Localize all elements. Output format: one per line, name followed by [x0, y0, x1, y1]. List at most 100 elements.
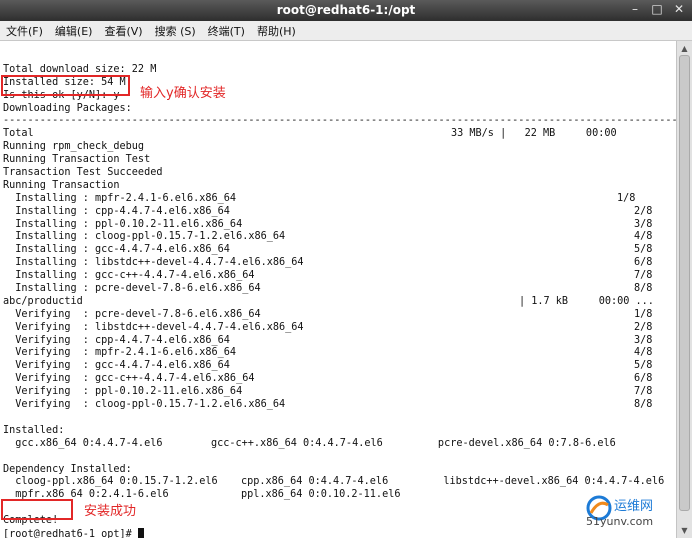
terminal-line: Installing : gcc-4.4.7-4.el6.x86_64 5/8 [3, 244, 673, 257]
menu-search[interactable]: 搜索 (S) [149, 21, 202, 40]
terminal-line-column: gcc-c++.x86_64 0:4.4.7-4.el6 pcre-devel.… [211, 437, 616, 449]
terminal-line-column: 5/8 [634, 360, 653, 372]
terminal-line: Verifying : mpfr-2.4.1-6.el6.x86_64 4/8 [3, 347, 673, 360]
scroll-up-icon[interactable]: ▲ [679, 43, 690, 54]
terminal-line-column: 3/8 [634, 334, 653, 346]
complete-highlight-box [1, 499, 73, 520]
success-annotation: 安装成功 [84, 504, 137, 519]
title-bar[interactable]: root@redhat6-1:/opt – □ ✕ [0, 0, 692, 21]
terminal-line: cloog-ppl.x86_64 0:0.15.7-1.2.el6 cpp.x86… [3, 476, 673, 489]
terminal-cursor [137, 527, 144, 538]
terminal-line: Installing : ppl-0.10.2-11.el6.x86_64 3/8 [3, 219, 673, 232]
terminal-line-text: ----------------------------------------… [3, 115, 676, 127]
terminal-output[interactable]: Total download size: 22 M Installed size:… [0, 41, 676, 538]
terminal-line-text: Running Transaction [3, 179, 120, 191]
terminal-line-column: 3/8 [634, 218, 653, 230]
terminal-line-column: 2/8 [634, 205, 653, 217]
terminal-line-text: Downloading Packages: [3, 102, 132, 114]
terminal-line: Running Transaction Test [3, 154, 673, 167]
terminal-line: Downloading Packages: [3, 103, 673, 116]
terminal-line-column: 1/8 [634, 308, 653, 320]
terminal-line-text: Installing : pcre-devel-7.8-6.el6.x86_64 [3, 283, 261, 295]
terminal-line-column: 4/8 [634, 347, 653, 359]
terminal-line: Verifying : gcc-4.4.7-4.el6.x86_64 5/8 [3, 360, 673, 373]
menu-terminal[interactable]: 终端(T) [202, 21, 251, 40]
terminal-line-column: 8/8 [634, 283, 653, 295]
confirm-highlight-box [1, 75, 130, 96]
terminal-line-text: Running Transaction Test [3, 154, 151, 166]
terminal-line-column: 2/8 [634, 321, 653, 333]
terminal-line-text: Total download size: 22 M [3, 63, 157, 75]
menu-help[interactable]: 帮助(H) [251, 21, 302, 40]
terminal-line: Transaction Test Succeeded [3, 167, 673, 180]
terminal-line-text: Installing : gcc-c++-4.4.7-4.el6.x86_64 [3, 270, 255, 282]
terminal-line-text: Verifying : libstdc++-devel-4.4.7-4.el6.… [3, 321, 304, 333]
terminal-line: Verifying : pcre-devel-7.8-6.el6.x86_64 1… [3, 309, 673, 322]
terminal-line: [root@redhat6-1 opt]# [3, 527, 673, 538]
close-button[interactable]: ✕ [672, 2, 686, 16]
terminal-line: Installing : cloog-ppl-0.15.7-1.2.el6.x8… [3, 231, 673, 244]
terminal-line-column: cpp.x86_64 0:4.4.7-4.el6 libstdc++-devel… [241, 476, 665, 488]
terminal-line-column: 1/8 [617, 192, 636, 204]
terminal-line-column: 7/8 [634, 386, 653, 398]
terminal-line-text: Installing : libstdc++-devel-4.4.7-4.el6… [3, 257, 304, 269]
minimize-button[interactable]: – [628, 2, 642, 16]
terminal-line: Verifying : libstdc++-devel-4.4.7-4.el6.… [3, 322, 673, 335]
window-title: root@redhat6-1:/opt [276, 3, 416, 17]
terminal-line-text: Verifying : gcc-c++-4.4.7-4.el6.x86_64 [3, 373, 255, 385]
terminal-line: Installing : gcc-c++-4.4.7-4.el6.x86_64 7… [3, 270, 673, 283]
terminal-line-column: 4/8 [634, 231, 653, 243]
menu-bar: 文件(F) 编辑(E) 查看(V) 搜索 (S) 终端(T) 帮助(H) [0, 21, 692, 41]
terminal-line-text: Verifying : cpp-4.4.7-4.el6.x86_64 [3, 334, 230, 346]
terminal-line-text: Installed: [3, 424, 65, 436]
terminal-line-column: 5/8 [634, 244, 653, 256]
watermark: 运维网 51yunv.com [584, 493, 688, 533]
terminal-line: Verifying : cpp-4.4.7-4.el6.x86_64 3/8 [3, 335, 673, 348]
terminal-line: ----------------------------------------… [3, 115, 676, 128]
terminal-line-text: Installing : ppl-0.10.2-11.el6.x86_64 [3, 218, 243, 230]
terminal-line-text: Verifying : pcre-devel-7.8-6.el6.x86_64 [3, 308, 261, 320]
terminal-line: Installing : pcre-devel-7.8-6.el6.x86_64… [3, 283, 673, 296]
terminal-line-text: Verifying : cloog-ppl-0.15.7-1.2.el6.x86… [3, 399, 286, 411]
scrollbar-thumb[interactable] [679, 55, 690, 511]
terminal-line-text: Installing : cloog-ppl-0.15.7-1.2.el6.x8… [3, 231, 286, 243]
terminal-line: Verifying : cloog-ppl-0.15.7-1.2.el6.x86… [3, 399, 673, 412]
terminal-line-text: Verifying : ppl-0.10.2-11.el6.x86_64 [3, 386, 243, 398]
terminal-line: Installing : mpfr-2.4.1-6.el6.x86_64 1/8 [3, 193, 673, 206]
terminal-line-text: Verifying : gcc-4.4.7-4.el6.x86_64 [3, 360, 230, 372]
terminal-line: abc/productid | 1.7 kB 00:00 ... [3, 296, 673, 309]
terminal-line-text: Total [3, 128, 34, 140]
menu-file[interactable]: 文件(F) [0, 21, 49, 40]
terminal-line-text: Installing : mpfr-2.4.1-6.el6.x86_64 [3, 192, 237, 204]
terminal-line-text: Installing : cpp-4.4.7-4.el6.x86_64 [3, 205, 230, 217]
terminal-line: Total 33 MB/s | 22 MB 00:00 [3, 128, 673, 141]
terminal-line-text: gcc.x86_64 0:4.4.7-4.el6 [3, 437, 163, 449]
terminal-line-text: [root@redhat6-1 opt]# [3, 528, 138, 538]
watermark-domain: 51yunv.com [586, 515, 654, 528]
maximize-button[interactable]: □ [650, 2, 664, 16]
terminal-line: Verifying : ppl-0.10.2-11.el6.x86_64 7/8 [3, 386, 673, 399]
terminal-line: Installed: [3, 425, 673, 438]
terminal-line: Installing : cpp-4.4.7-4.el6.x86_64 2/8 [3, 206, 673, 219]
terminal-line-text: Running rpm_check_debug [3, 141, 145, 153]
menu-view[interactable]: 查看(V) [98, 21, 148, 40]
terminal-line: Verifying : gcc-c++-4.4.7-4.el6.x86_64 6/… [3, 373, 673, 386]
terminal-line-text: Transaction Test Succeeded [3, 167, 163, 179]
terminal-line-column: | 1.7 kB 00:00 ... [519, 295, 654, 307]
terminal-line: Dependency Installed: [3, 464, 673, 477]
watermark-name: 运维网 [614, 499, 654, 514]
terminal-line-text: abc/productid [3, 295, 83, 307]
terminal-lines: Total download size: 22 M Installed size:… [3, 51, 676, 538]
terminal-line: gcc.x86_64 0:4.4.7-4.el6 gcc-c++.x86_64 0… [3, 438, 673, 451]
menu-edit[interactable]: 编辑(E) [49, 21, 99, 40]
terminal-line-text: cloog-ppl.x86_64 0:0.15.7-1.2.el6 [3, 476, 218, 488]
terminal-line-column: 6/8 [634, 373, 653, 385]
confirm-annotation: 输入y确认安装 [140, 86, 226, 101]
vertical-scrollbar[interactable]: ▲ ▼ [676, 41, 692, 538]
terminal-line-text: Dependency Installed: [3, 463, 132, 475]
terminal-line-column: 7/8 [634, 270, 653, 282]
terminal-line: Running rpm_check_debug [3, 141, 673, 154]
